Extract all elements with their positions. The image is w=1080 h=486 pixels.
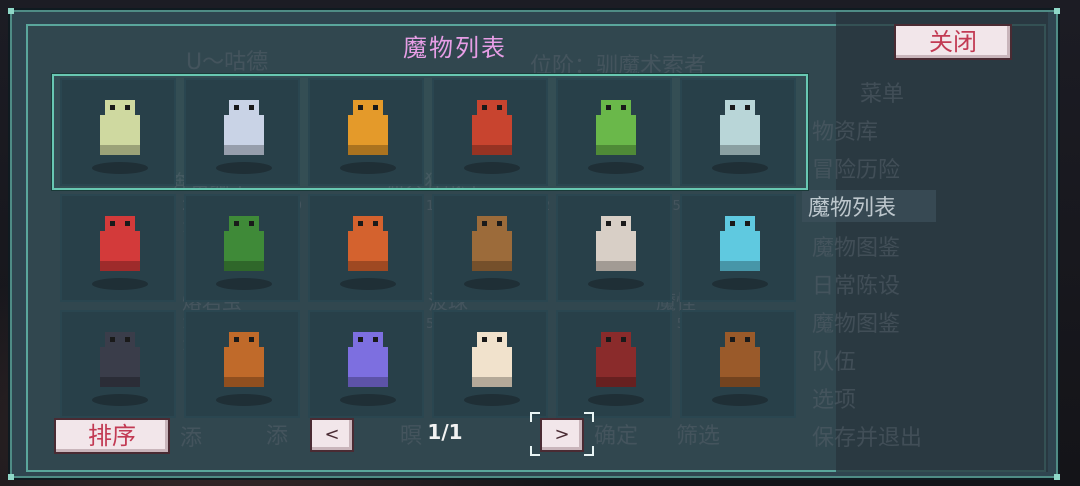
corner-ornament <box>1054 8 1060 14</box>
page-title: 魔物列表 <box>403 34 507 62</box>
close-button[interactable]: 关闭 <box>894 24 1012 60</box>
wolf-swordsman-icon <box>224 100 264 155</box>
cream-cat-icon <box>472 332 512 387</box>
monster-grid <box>60 78 800 418</box>
next-page-button[interactable]: > <box>540 418 584 452</box>
monster-slot[interactable] <box>432 310 548 418</box>
selection-bracket <box>530 412 540 422</box>
dark-bat-icon <box>100 332 140 387</box>
monster-slot[interactable] <box>60 310 176 418</box>
background-menu: 菜单 物资库 冒险历险 魔物列表 魔物图鉴 日常陈设 魔物图鉴 队伍 选项 保存… <box>802 12 1048 472</box>
striped-larva-icon <box>472 100 512 155</box>
monster-slot[interactable] <box>680 194 796 302</box>
monster-slot[interactable] <box>556 310 672 418</box>
monster-slot[interactable] <box>184 194 300 302</box>
monster-slot[interactable] <box>432 194 548 302</box>
monster-slot[interactable] <box>60 78 176 186</box>
ghost-menu-item: 魔物图鉴 <box>812 236 901 261</box>
ghost-menu-item: 冒险历险 <box>812 158 901 183</box>
corner-ornament <box>8 8 14 14</box>
monster-slot[interactable] <box>308 78 424 186</box>
green-slime-icon <box>596 100 636 155</box>
selection-bracket <box>584 446 594 456</box>
corner-ornament <box>1054 474 1060 480</box>
ghost-menu-item: 日常陈设 <box>812 274 901 299</box>
ghost-menu-item: 魔物图鉴 <box>812 312 901 337</box>
tree-mandrake-icon <box>224 332 264 387</box>
white-ape-icon <box>596 216 636 271</box>
eye-wing-demon-icon <box>596 332 636 387</box>
monster-slot[interactable] <box>556 194 672 302</box>
golden-bird-icon <box>348 100 388 155</box>
monster-slot[interactable] <box>432 78 548 186</box>
ghost-menu-item: 选项 <box>812 388 857 413</box>
ghost-menu-item: 保存并退出 <box>812 426 923 451</box>
mushroom-kid-icon <box>348 216 388 271</box>
ghost-menu-item: 物资库 <box>812 120 879 145</box>
sprout-golem-icon <box>100 100 140 155</box>
crystal-snail-icon <box>348 332 388 387</box>
sort-button[interactable]: 排序 <box>54 418 170 454</box>
monster-slot[interactable] <box>680 310 796 418</box>
water-slime-icon <box>720 216 760 271</box>
selection-bracket <box>584 412 594 422</box>
ghost-bottom-label: 添 <box>180 426 203 451</box>
monster-slot[interactable] <box>680 78 796 186</box>
page-indicator: 1/1 <box>427 420 463 444</box>
ghost-menu-title: 菜单 <box>860 82 905 107</box>
corner-ornament <box>8 474 14 480</box>
pale-antler-beast-icon <box>720 100 760 155</box>
swamp-sprout-icon <box>224 216 264 271</box>
ghost-menu-item: 队伍 <box>812 350 857 375</box>
ghost-player-name: U～咕德 <box>186 50 269 75</box>
monster-slot[interactable] <box>308 194 424 302</box>
ghost-bottom-label: 添 <box>266 424 289 449</box>
ghost-bottom-label: 确定 <box>594 424 639 449</box>
monster-slot[interactable] <box>556 78 672 186</box>
brown-bear-icon <box>720 332 760 387</box>
monster-slot[interactable] <box>184 310 300 418</box>
flower-mandrake-icon <box>472 216 512 271</box>
ghost-bottom-label: 暝 <box>400 424 423 449</box>
monster-slot[interactable] <box>60 194 176 302</box>
ghost-menu-item: 魔物列表 <box>802 190 937 222</box>
ghost-bottom-label: 筛选 <box>676 424 721 449</box>
selection-bracket <box>530 446 540 456</box>
monster-slot[interactable] <box>308 310 424 418</box>
prev-page-button[interactable]: < <box>310 418 354 452</box>
red-maned-ape-icon <box>100 216 140 271</box>
monster-slot[interactable] <box>184 78 300 186</box>
